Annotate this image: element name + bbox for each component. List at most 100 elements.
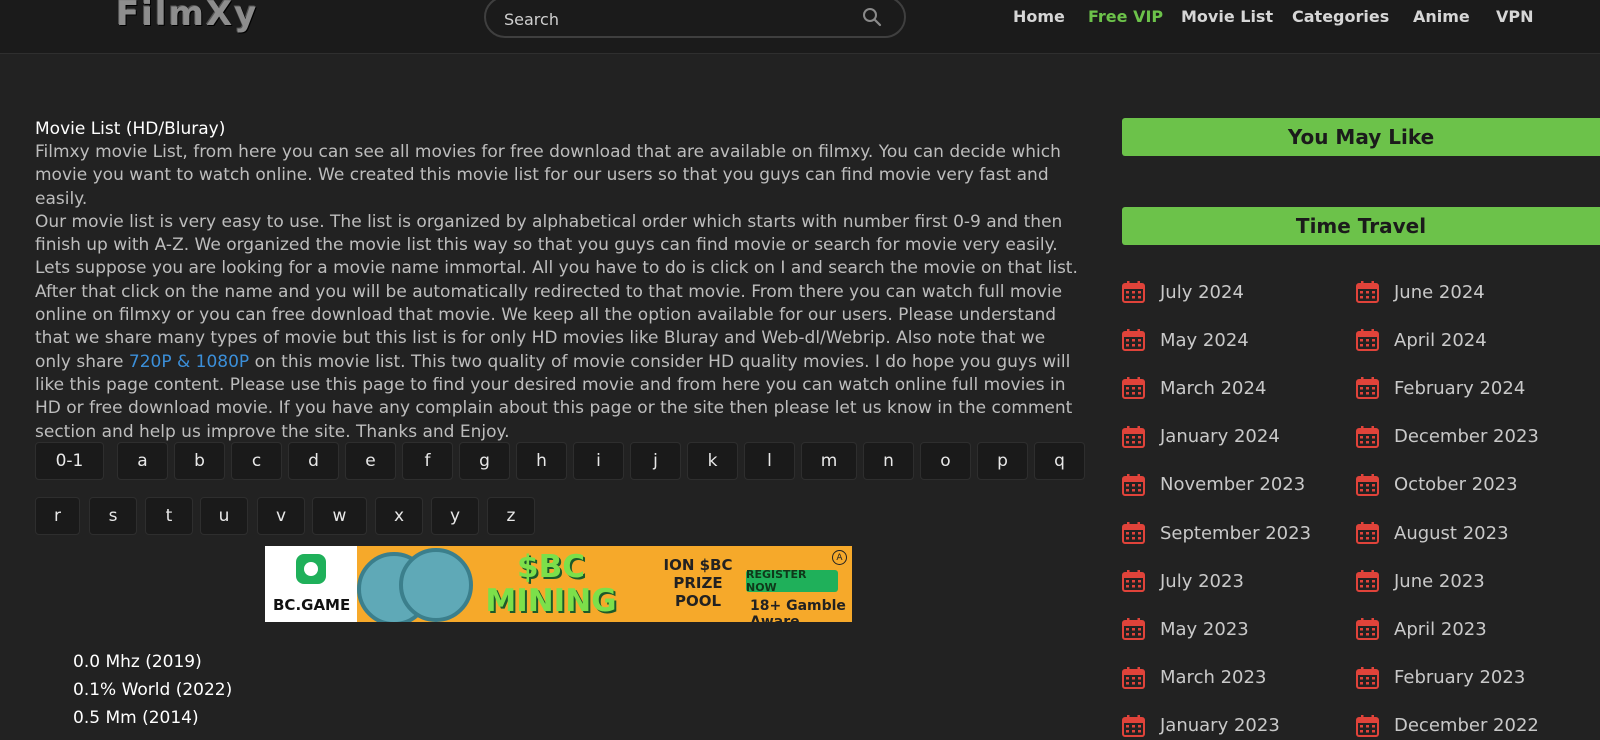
letter-button-p[interactable]: p [977, 442, 1028, 480]
letter-button-c[interactable]: c [231, 442, 282, 480]
archive-link[interactable]: April 2023 [1356, 615, 1487, 643]
archive-label: November 2023 [1160, 474, 1306, 496]
archive-label: February 2023 [1394, 667, 1526, 689]
archive-link[interactable]: December 2023 [1356, 423, 1539, 451]
nav-categories[interactable]: Categories [1292, 7, 1389, 26]
archive-label: April 2024 [1394, 329, 1487, 351]
calendar-icon [1356, 714, 1379, 737]
letter-button-w[interactable]: w [312, 497, 367, 535]
calendar-icon [1122, 425, 1145, 448]
archive-link[interactable]: September 2023 [1122, 519, 1311, 547]
archive-link[interactable]: July 2024 [1122, 278, 1244, 306]
nav-vpn[interactable]: VPN [1496, 7, 1534, 26]
calendar-icon [1122, 714, 1145, 737]
letter-button-m[interactable]: m [801, 442, 857, 480]
archive-link[interactable]: May 2023 [1122, 615, 1249, 643]
bc-game-logo-icon [296, 554, 326, 584]
letter-button-l[interactable]: l [744, 442, 795, 480]
archive-link[interactable]: January 2023 [1122, 712, 1280, 740]
nav-home[interactable]: Home [1013, 7, 1065, 26]
archive-link[interactable]: May 2024 [1122, 326, 1249, 354]
movie-link[interactable]: 0.1% World (2022) [73, 676, 232, 704]
letter-button-0-1[interactable]: 0-1 [35, 442, 104, 480]
calendar-icon [1356, 329, 1379, 352]
letter-button-q[interactable]: q [1034, 442, 1085, 480]
letter-button-h[interactable]: h [516, 442, 567, 480]
archive-link[interactable]: October 2023 [1356, 471, 1518, 499]
archive-link[interactable]: June 2024 [1356, 278, 1485, 306]
archive-link[interactable]: March 2023 [1122, 664, 1266, 692]
calendar-icon [1356, 425, 1379, 448]
letter-button-x[interactable]: x [375, 497, 423, 535]
time-travel-heading: Time Travel [1122, 207, 1600, 245]
archive-link[interactable]: June 2023 [1356, 567, 1485, 595]
nav-movie-list[interactable]: Movie List [1181, 7, 1273, 26]
archive-link[interactable]: February 2023 [1356, 664, 1525, 692]
archive-label: June 2024 [1394, 281, 1485, 303]
calendar-icon [1356, 473, 1379, 496]
adchoices-icon[interactable]: A [832, 550, 847, 565]
letter-button-g[interactable]: g [459, 442, 510, 480]
letter-button-e[interactable]: e [345, 442, 396, 480]
archive-label: April 2023 [1394, 618, 1487, 640]
ad-prize-pool: ION $BC PRIZE POOL [663, 556, 733, 610]
archive-label: August 2023 [1394, 522, 1509, 544]
main-nav: Home Free VIP Movie List Categories Anim… [0, 7, 1600, 31]
calendar-icon [1122, 522, 1145, 544]
letter-button-n[interactable]: n [863, 442, 914, 480]
ad-age-notice: 18+ Gamble Aware [750, 598, 846, 622]
ad-register-button[interactable]: REGISTER NOW [746, 568, 838, 594]
calendar-icon [1356, 281, 1379, 303]
intro-text: Filmxy movie List, from here you can see… [35, 141, 1085, 444]
archive-label: June 2023 [1394, 570, 1485, 592]
ad-headline: $BC MINING RUSH! [485, 549, 617, 622]
archive-label: May 2023 [1160, 618, 1249, 640]
paragraph-text: Our movie list is very easy to use. The … [35, 211, 1078, 372]
letter-button-t[interactable]: t [145, 497, 193, 535]
calendar-icon [1356, 618, 1379, 641]
archive-label: February 2024 [1394, 377, 1526, 399]
letter-button-y[interactable]: y [431, 497, 479, 535]
archive-link[interactable]: March 2024 [1122, 374, 1266, 402]
calendar-icon [1122, 377, 1145, 400]
letter-button-d[interactable]: d [288, 442, 339, 480]
calendar-icon [1122, 570, 1145, 593]
letter-button-u[interactable]: u [200, 497, 248, 535]
letter-button-v[interactable]: v [257, 497, 305, 535]
site-header: FilmXy Home Free VIP Movie List Categori… [0, 0, 1600, 54]
letter-button-k[interactable]: k [687, 442, 738, 480]
letter-button-f[interactable]: f [402, 442, 453, 480]
ad-banner[interactable]: BC.GAME $BC MINING RUSH! ION $BC PRIZE P… [265, 546, 852, 622]
archive-link[interactable]: April 2024 [1356, 326, 1487, 354]
letter-button-b[interactable]: b [174, 442, 225, 480]
letter-button-j[interactable]: j [630, 442, 681, 480]
letter-button-s[interactable]: s [89, 497, 137, 535]
intro-paragraph-1: Filmxy movie List, from here you can see… [35, 142, 1061, 209]
archive-label: October 2023 [1394, 474, 1518, 496]
letter-button-z[interactable]: z [487, 497, 535, 535]
letter-button-i[interactable]: i [573, 442, 624, 480]
archive-link[interactable]: July 2023 [1122, 567, 1244, 595]
archive-label: May 2024 [1160, 329, 1249, 351]
archive-link[interactable]: February 2024 [1356, 374, 1525, 402]
calendar-icon [1122, 281, 1145, 303]
archive-label: December 2022 [1394, 715, 1539, 737]
archive-link[interactable]: November 2023 [1122, 471, 1305, 499]
page-title: Movie List (HD/Bluray) [35, 119, 226, 139]
movie-link[interactable]: 0.0 Mhz (2019) [73, 648, 232, 676]
archive-link[interactable]: December 2022 [1356, 712, 1539, 740]
archive-label: September 2023 [1160, 522, 1312, 544]
nav-free-vip[interactable]: Free VIP [1088, 7, 1163, 26]
main-content: Movie List (HD/Bluray) Filmxy movie List… [35, 118, 1085, 444]
archive-link[interactable]: August 2023 [1356, 519, 1509, 547]
letter-button-o[interactable]: o [920, 442, 971, 480]
archive-label: March 2024 [1160, 377, 1267, 399]
calendar-icon [1122, 473, 1145, 496]
nav-anime[interactable]: Anime [1413, 7, 1470, 26]
archive-link[interactable]: January 2024 [1122, 423, 1280, 451]
calendar-icon [1356, 377, 1379, 400]
letter-button-r[interactable]: r [35, 497, 80, 535]
quality-link[interactable]: 720P & 1080P [129, 352, 249, 372]
movie-list: 0.0 Mhz (2019) 0.1% World (2022) 0.5 Mm … [73, 648, 232, 732]
letter-button-a[interactable]: a [117, 442, 168, 480]
